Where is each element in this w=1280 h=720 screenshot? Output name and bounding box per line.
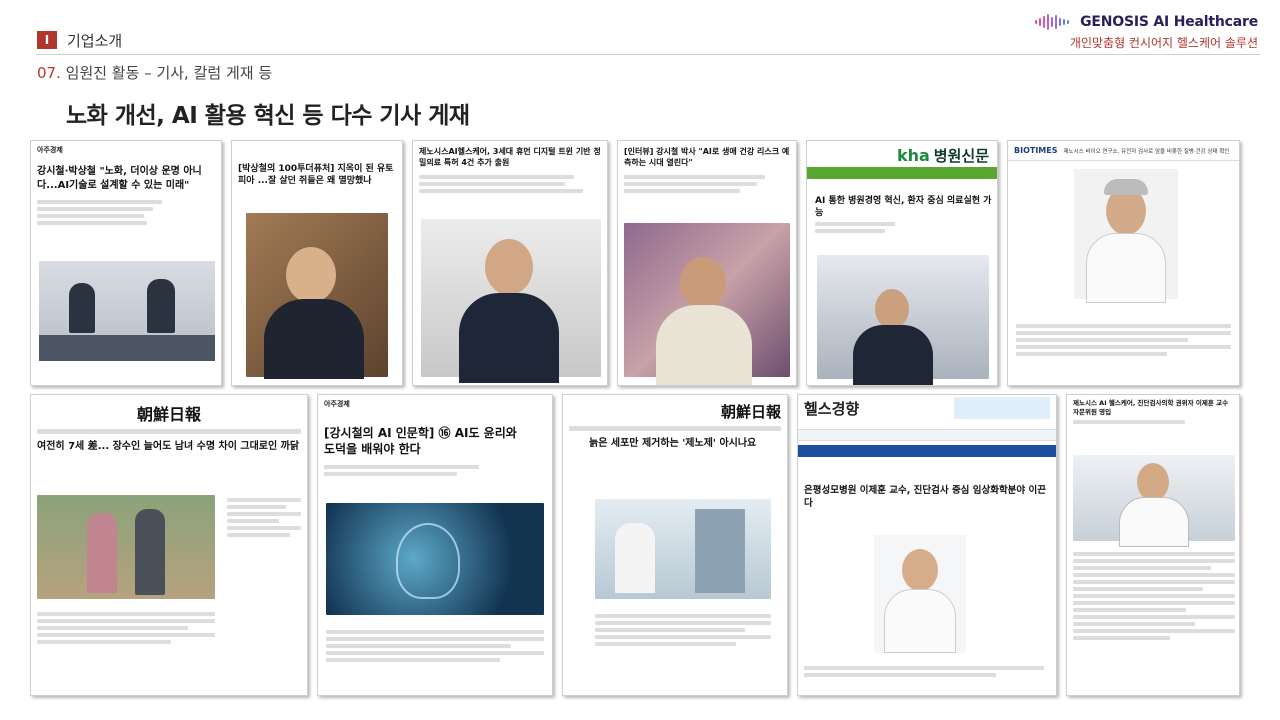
article-title: [강시철의 AI 인문학] ⑯ AI도 윤리와 도덕을 배워야 한다 <box>324 426 517 457</box>
article-clip: [박상철의 100투더퓨처] 지옥이 된 유토피아 ...잘 살던 쥐들은 왜 … <box>231 140 403 386</box>
article-photo <box>326 503 544 615</box>
publication-name: 朝鮮日報 <box>136 405 201 424</box>
article-title: 제노시스AI헬스케어, 3세대 휴먼 디지털 트윈 기반 정밀의료 특허 4건 … <box>419 147 601 167</box>
article-title: 늙은 세포만 제거하는 '제노제' 아시나요 <box>589 438 757 449</box>
article-photo <box>1074 169 1178 303</box>
article-clip: 아주경제 강시철·박상철 "노화, 더이상 운명 아니다...AI기술로 설계할… <box>30 140 222 386</box>
article-photo <box>624 223 790 385</box>
article-photo <box>246 213 388 379</box>
article-clip: 헬스경향 은평성모병원 이제훈 교수, 진단검사 중심 임상화학분야 이끈다 <box>797 394 1057 696</box>
waveform-icon <box>1035 14 1070 30</box>
article-clip: 제노시스 AI 헬스케어, 진단검사의학 권위자 이제훈 교수 자문위원 영입 <box>1066 394 1240 696</box>
site-nav <box>798 429 1056 441</box>
article-photo <box>595 499 771 599</box>
publication-name: 朝鮮日報 <box>720 403 781 421</box>
slide: I 기업소개 07. 임원진 활동 – 기사, 칼럼 게재 등 노화 개선, A… <box>0 0 1280 720</box>
article-photo <box>817 255 989 385</box>
article-photo <box>39 261 215 361</box>
publication-name: 아주경제 <box>37 146 63 154</box>
article-clip: kha 병원신문 AI 통한 병원경영 혁신, 환자 중심 의료실현 가능 <box>806 140 998 386</box>
article-clip: 아주경제 [강시철의 AI 인문학] ⑯ AI도 윤리와 도덕을 배워야 한다 <box>317 394 553 696</box>
publication-name: 아주경제 <box>324 400 350 408</box>
article-title: 제노시스 AI 헬스케어, 진단검사의학 권위자 이제훈 교수 자문위원 영입 <box>1073 399 1229 416</box>
article-title: [인터뷰] 강시철 박사 "AI로 생애 건강 리스크 예측하는 시대 열린다" <box>624 147 790 167</box>
section-title: 기업소개 <box>67 32 123 50</box>
site-nav <box>807 167 997 179</box>
brand-logo: GENOSIS AI Healthcare <box>1034 14 1258 30</box>
article-photo <box>874 535 966 653</box>
page-title: 노화 개선, AI 활용 혁신 등 다수 기사 게재 <box>66 103 470 129</box>
article-title: 은평성모병원 이제훈 교수, 진단검사 중심 임상화학분야 이끈다 <box>804 485 1046 509</box>
article-title: 강시철·박상철 "노화, 더이상 운명 아니다...AI기술로 설계할 수 있는… <box>37 166 202 191</box>
article-title: [박상철의 100투더퓨처] 지옥이 된 유토피아 ...잘 살던 쥐들은 왜 … <box>238 164 394 187</box>
subheader-number: 07. <box>37 64 61 82</box>
subheader-text: 임원진 활동 – 기사, 칼럼 게재 등 <box>65 64 273 82</box>
article-clip: 朝鮮日報 늙은 세포만 제거하는 '제노제' 아시나요 <box>562 394 788 696</box>
article-photo <box>421 219 601 383</box>
publication-name: BIOTIMES <box>1014 146 1058 155</box>
article-clip: 제노시스AI헬스케어, 3세대 휴먼 디지털 트윈 기반 정밀의료 특허 4건 … <box>412 140 608 386</box>
article-clip: BIOTIMES 제노시스 바이오 연구소, 유전자 검사로 암을 비롯한 질병… <box>1007 140 1240 386</box>
article-clip: 朝鮮日報 여전히 7세 差... 장수인 늘어도 남녀 수명 차이 그대로인 까… <box>30 394 308 696</box>
section-number: I <box>37 31 57 49</box>
publication-name: 헬스경향 <box>804 399 860 418</box>
brand-tagline: 개인맞춤형 컨시어지 헬스케어 솔루션 <box>1069 36 1258 50</box>
article-photo <box>1073 455 1235 547</box>
brand-name: GENOSIS AI Healthcare <box>1080 14 1258 30</box>
header-divider <box>36 54 1260 55</box>
article-clip: [인터뷰] 강시철 박사 "AI로 생애 건강 리스크 예측하는 시대 열린다" <box>617 140 797 386</box>
subheader: 07. 임원진 활동 – 기사, 칼럼 게재 등 <box>37 62 272 83</box>
publication-name: 병원신문 <box>933 147 989 165</box>
article-title: 제노시스 바이오 연구소, 유전자 검사로 암을 비롯한 질병·건강 상태 확인 <box>1063 148 1230 155</box>
article-title: 여전히 7세 差... 장수인 늘어도 남녀 수명 차이 그대로인 까닭 <box>37 441 300 452</box>
article-photo <box>37 495 215 599</box>
article-title: AI 통한 병원경영 혁신, 환자 중심 의료실현 가능 <box>815 196 992 219</box>
